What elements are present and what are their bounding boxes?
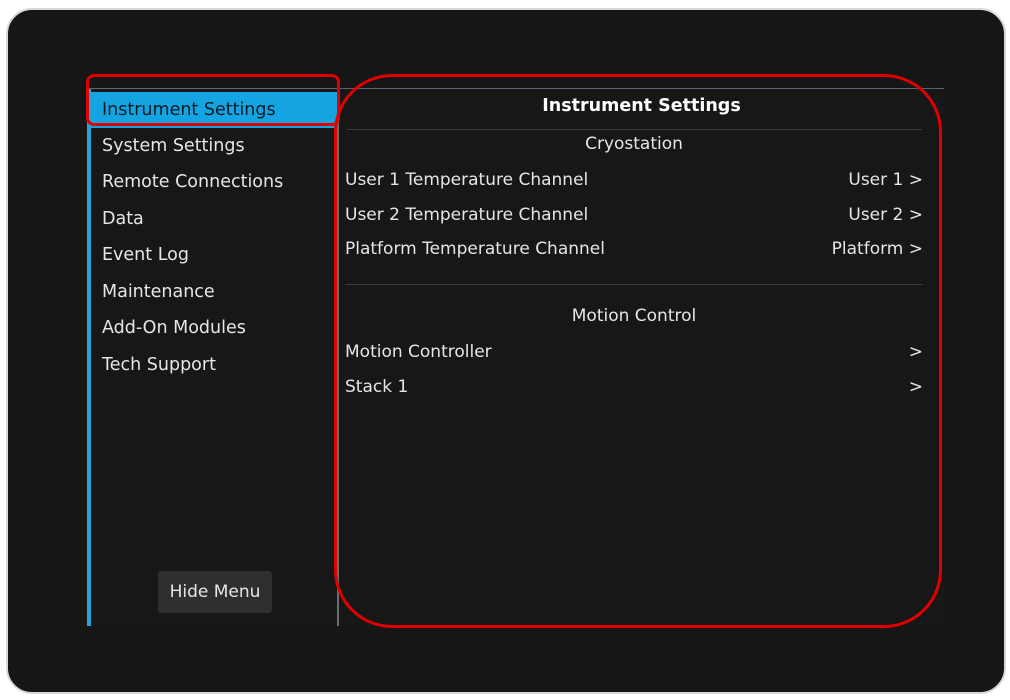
instrument-settings-panel: Instrument Settings Cryostation User 1 T… bbox=[339, 89, 944, 626]
hide-menu-button[interactable]: Hide Menu bbox=[158, 571, 272, 613]
sidebar-menu: Instrument Settings System Settings Remo… bbox=[87, 89, 338, 626]
sidebar-item-data[interactable]: Data bbox=[91, 201, 338, 237]
sidebar-item-system-settings[interactable]: System Settings bbox=[91, 128, 338, 164]
row-label: User 2 Temperature Channel bbox=[345, 205, 589, 225]
row-value: User 2 > bbox=[848, 205, 923, 225]
device-screen: Instrument Settings System Settings Remo… bbox=[87, 88, 944, 626]
row-value: Platform > bbox=[831, 239, 923, 259]
row-label: Stack 1 bbox=[345, 377, 409, 397]
section-header-cryostation: Cryostation bbox=[585, 134, 683, 154]
row-stack-1[interactable]: Stack 1 > bbox=[345, 372, 923, 402]
section-divider bbox=[345, 284, 923, 285]
row-user1-temperature-channel[interactable]: User 1 Temperature Channel User 1 > bbox=[345, 165, 923, 195]
section-header-motion-control: Motion Control bbox=[571, 306, 697, 326]
sidebar-item-tech-support[interactable]: Tech Support bbox=[91, 347, 338, 383]
title-divider bbox=[347, 129, 922, 130]
sidebar-item-maintenance[interactable]: Maintenance bbox=[91, 274, 338, 310]
row-user2-temperature-channel[interactable]: User 2 Temperature Channel User 2 > bbox=[345, 200, 923, 230]
sidebar-item-remote-connections[interactable]: Remote Connections bbox=[91, 164, 338, 200]
page-title: Instrument Settings bbox=[542, 96, 741, 116]
row-value: > bbox=[908, 377, 923, 397]
row-value: > bbox=[908, 342, 923, 362]
row-motion-controller[interactable]: Motion Controller > bbox=[345, 337, 923, 367]
row-value: User 1 > bbox=[848, 170, 923, 190]
row-label: Motion Controller bbox=[345, 342, 492, 362]
sidebar-item-instrument-settings[interactable]: Instrument Settings bbox=[91, 92, 338, 128]
row-label: User 1 Temperature Channel bbox=[345, 170, 589, 190]
sidebar-item-event-log[interactable]: Event Log bbox=[91, 237, 338, 273]
row-platform-temperature-channel[interactable]: Platform Temperature Channel Platform > bbox=[345, 234, 923, 264]
sidebar-item-add-on-modules[interactable]: Add-On Modules bbox=[91, 310, 338, 346]
row-label: Platform Temperature Channel bbox=[345, 239, 605, 259]
